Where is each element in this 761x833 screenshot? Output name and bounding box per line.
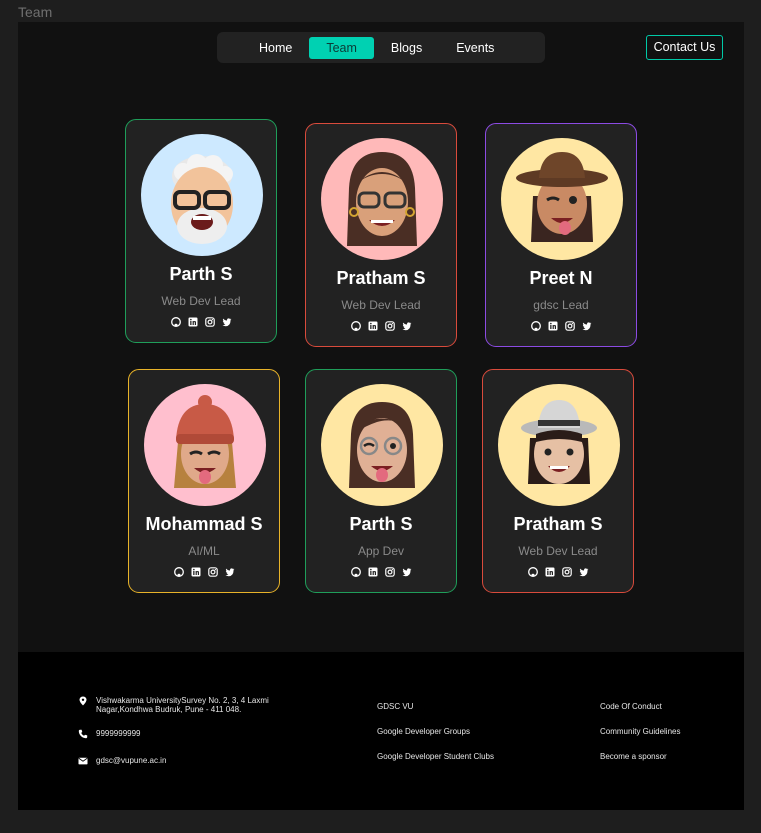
- footer-link-community-guidelines[interactable]: Community Guidelines: [600, 727, 680, 736]
- contact-us-button[interactable]: Contact Us: [646, 35, 723, 60]
- footer-email: gdsc@vupune.ac.in: [78, 756, 166, 766]
- twitter-icon[interactable]: [401, 321, 412, 331]
- linkedin-icon[interactable]: [191, 567, 201, 577]
- nav-blogs[interactable]: Blogs: [374, 37, 439, 59]
- member-role: Web Dev Lead: [161, 294, 241, 308]
- instagram-icon[interactable]: [207, 567, 218, 577]
- footer: Vishwakarma UniversitySurvey No. 2, 3, 4…: [18, 652, 744, 810]
- member-role: Web Dev Lead: [341, 298, 421, 312]
- phone-icon: [78, 729, 88, 739]
- nav-team[interactable]: Team: [309, 36, 374, 59]
- frame-label: Team: [18, 4, 53, 20]
- footer-link-gdsc[interactable]: Google Developer Student Clubs: [377, 752, 494, 761]
- instagram-icon[interactable]: [384, 321, 395, 331]
- footer-link-code-of-conduct[interactable]: Code Of Conduct: [600, 702, 662, 711]
- linkedin-icon[interactable]: [548, 321, 558, 331]
- github-icon[interactable]: [173, 567, 184, 577]
- avatar: [141, 134, 263, 256]
- instagram-icon[interactable]: [561, 567, 572, 577]
- social-links: [306, 321, 456, 331]
- social-links: [483, 567, 633, 577]
- member-role: App Dev: [357, 544, 405, 558]
- team-page: Home Team Blogs Events Contact Us Parth …: [18, 22, 744, 810]
- social-links: [306, 567, 456, 577]
- member-role: AI/ML: [188, 544, 220, 558]
- twitter-icon[interactable]: [578, 567, 589, 577]
- github-icon[interactable]: [170, 317, 181, 327]
- member-card: Pratham S Web Dev Lead: [305, 123, 457, 347]
- footer-link-gdg[interactable]: Google Developer Groups: [377, 727, 470, 736]
- github-icon[interactable]: [350, 567, 361, 577]
- member-card: Preet N gdsc Lead: [485, 123, 637, 347]
- social-links: [129, 567, 279, 577]
- nav-home[interactable]: Home: [242, 37, 309, 59]
- footer-link-become-sponsor[interactable]: Become a sponsor: [600, 752, 667, 761]
- member-name: Mohammad S: [145, 514, 263, 534]
- member-card: Mohammad S AI/ML: [128, 369, 280, 593]
- member-card: Parth S App Dev: [305, 369, 457, 593]
- main-nav: Home Team Blogs Events: [217, 32, 545, 63]
- member-name: Parth S: [169, 264, 233, 284]
- member-role: gdsc Lead: [533, 298, 589, 312]
- avatar: [144, 384, 266, 506]
- social-links: [126, 317, 276, 327]
- member-name: Preet N: [529, 268, 593, 288]
- instagram-icon[interactable]: [564, 321, 575, 331]
- github-icon[interactable]: [530, 321, 541, 331]
- linkedin-icon[interactable]: [188, 317, 198, 327]
- avatar: [321, 138, 443, 260]
- footer-address: Vishwakarma UniversitySurvey No. 2, 3, 4…: [78, 696, 298, 714]
- member-name: Pratham S: [513, 514, 603, 534]
- nav-events[interactable]: Events: [439, 37, 511, 59]
- instagram-icon[interactable]: [204, 317, 215, 327]
- member-role: Web Dev Lead: [518, 544, 598, 558]
- instagram-icon[interactable]: [384, 567, 395, 577]
- phone-text[interactable]: 9999999999: [96, 729, 141, 738]
- social-links: [486, 321, 636, 331]
- member-card: Parth S Web Dev Lead: [125, 119, 277, 343]
- address-text: Vishwakarma UniversitySurvey No. 2, 3, 4…: [96, 696, 269, 714]
- footer-link-gdsc-vu[interactable]: GDSC VU: [377, 702, 413, 711]
- avatar: [501, 138, 623, 260]
- twitter-icon[interactable]: [221, 317, 232, 327]
- linkedin-icon[interactable]: [545, 567, 555, 577]
- github-icon[interactable]: [350, 321, 361, 331]
- twitter-icon[interactable]: [401, 567, 412, 577]
- twitter-icon[interactable]: [581, 321, 592, 331]
- member-name: Pratham S: [336, 268, 426, 288]
- member-name: Parth S: [349, 514, 413, 534]
- linkedin-icon[interactable]: [368, 567, 378, 577]
- footer-phone: 9999999999: [78, 729, 141, 739]
- mail-icon: [78, 757, 88, 765]
- avatar: [321, 384, 443, 506]
- twitter-icon[interactable]: [224, 567, 235, 577]
- email-text[interactable]: gdsc@vupune.ac.in: [96, 756, 166, 765]
- location-pin-icon: [79, 696, 87, 706]
- github-icon[interactable]: [527, 567, 538, 577]
- avatar: [498, 384, 620, 506]
- linkedin-icon[interactable]: [368, 321, 378, 331]
- member-card: Pratham S Web Dev Lead: [482, 369, 634, 593]
